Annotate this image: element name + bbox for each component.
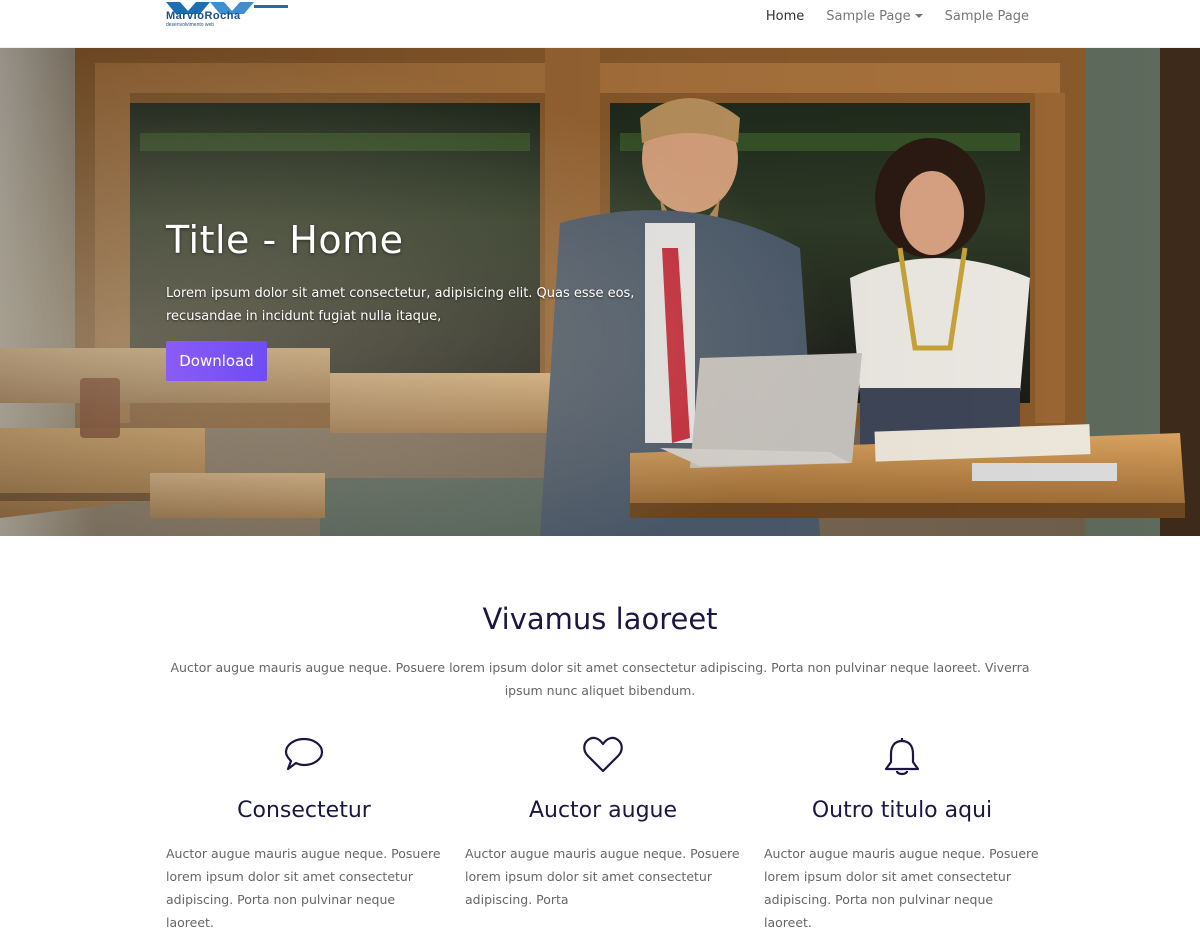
brand-name: MarvioRocha	[166, 10, 241, 22]
nav-item-sample-page-dropdown[interactable]: Sample Page	[815, 9, 933, 24]
feature-text: Auctor augue mauris augue neque. Posuere…	[465, 846, 740, 907]
brand-tagline: desenvolvimento web	[166, 22, 215, 28]
section-title: Vivamus laoreet	[482, 602, 718, 636]
hero-text: Lorem ipsum dolor sit amet consectetur, …	[166, 286, 635, 324]
download-button[interactable]: Download	[166, 341, 267, 381]
main-nav: Home Sample Page Sample Page	[755, 0, 1040, 32]
brand-logo[interactable]: MarvioRocha desenvolvimento web	[166, 2, 288, 30]
nav-item-home[interactable]: Home	[755, 9, 815, 24]
feature-title: Consectetur	[237, 798, 371, 823]
navbar: MarvioRocha desenvolvimento web Home Sam…	[0, 0, 1200, 48]
caret-down-icon	[914, 14, 923, 18]
feature-text: Auctor augue mauris augue neque. Posuere…	[764, 846, 1039, 930]
features-grid: Consectetur Auctor augue mauris augue ne…	[166, 736, 1039, 930]
section-description: Auctor augue mauris augue neque. Posuere…	[170, 660, 1030, 698]
hero-content: Title - Home Lorem ipsum dolor sit amet …	[166, 218, 636, 381]
features-section: Vivamus laoreet Auctor augue mauris augu…	[0, 536, 1200, 930]
nav-item-label: Sample Page	[826, 8, 911, 24]
hero-banner: Title - Home Lorem ipsum dolor sit amet …	[0, 48, 1200, 536]
nav-item-sample-page[interactable]: Sample Page	[934, 9, 1040, 24]
chat-bubble-icon	[166, 736, 442, 780]
bell-icon	[764, 736, 1040, 780]
heart-icon	[465, 736, 741, 780]
feature-title: Auctor augue	[528, 798, 678, 823]
feature-title: Outro titulo aqui	[811, 798, 993, 823]
feature-text: Auctor augue mauris augue neque. Posuere…	[166, 846, 441, 930]
hero-title: Title - Home	[166, 218, 404, 262]
